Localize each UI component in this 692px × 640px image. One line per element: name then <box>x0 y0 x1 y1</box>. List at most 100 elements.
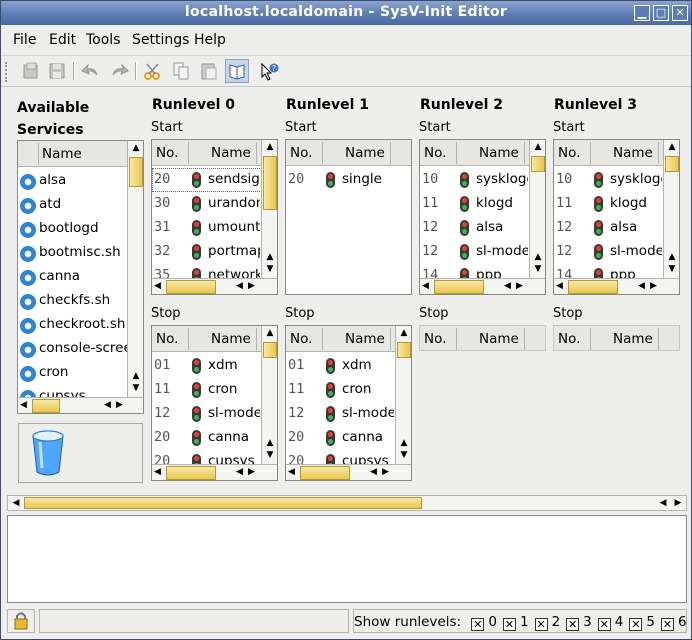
scroll-left-arrow[interactable]: ◀ <box>154 466 161 478</box>
lock-status[interactable] <box>7 609 35 633</box>
vertical-scrollbar[interactable]: ▲ ▲ ▼ <box>261 140 277 278</box>
scroll-left-arrow[interactable]: ◀ <box>556 280 563 292</box>
service-item[interactable]: alsa <box>18 169 128 193</box>
scrollbar-thumb[interactable] <box>665 156 679 172</box>
column-header-name[interactable]: Name <box>613 145 653 161</box>
column-header-no[interactable]: No. <box>424 331 446 347</box>
scroll-left-arrow[interactable]: ◀ <box>504 280 511 292</box>
runlevel-stop-list[interactable]: No. Name <box>553 325 680 483</box>
copy-icon[interactable] <box>169 59 193 83</box>
runlevel-stop-list[interactable]: No.Name01xdm11cron12sl-modem20canna20cup… <box>151 325 278 481</box>
scroll-up-arrow[interactable]: ▲ <box>263 142 277 152</box>
scroll-left-arrow[interactable]: ◀ <box>104 399 111 411</box>
scroll-right-arrow[interactable]: ▶ <box>248 280 255 292</box>
revert-icon[interactable] <box>19 59 43 83</box>
scroll-left-arrow[interactable]: ◀ <box>20 399 27 411</box>
scrollbar-thumb[interactable] <box>531 156 545 172</box>
service-row[interactable]: 01 xdm <box>286 354 396 378</box>
scroll-up-arrow[interactable]: ▲ <box>397 438 411 448</box>
service-row[interactable]: 20 canna <box>286 426 396 450</box>
service-row[interactable]: 30 urandom <box>152 192 262 216</box>
list-header[interactable]: No. Name <box>554 140 664 166</box>
service-item[interactable]: checkroot.sh <box>18 313 128 337</box>
log-panel[interactable] <box>7 515 687 603</box>
service-row[interactable]: 01 xdm <box>152 354 262 378</box>
whats-this-icon[interactable]: ? <box>257 59 281 83</box>
horizontal-scrollbar[interactable]: ◀ ◀ ▶ <box>420 278 545 294</box>
service-row[interactable]: 10 sysklogd <box>554 168 664 192</box>
runlevel-3-checkbox[interactable]: ✕ <box>566 618 580 631</box>
list-header[interactable]: No. Name <box>286 140 411 166</box>
service-row[interactable]: 11 klogd <box>420 192 530 216</box>
service-item[interactable]: console-screen <box>18 337 140 361</box>
vertical-scrollbar[interactable]: ▲ ▲ ▼ <box>529 140 545 278</box>
service-item[interactable]: cron <box>18 361 128 385</box>
scroll-up-arrow[interactable]: ▲ <box>129 143 143 153</box>
column-header-name[interactable]: Name <box>345 145 385 161</box>
scrollbar-thumb[interactable] <box>32 399 60 413</box>
scroll-left-arrow[interactable]: ◀ <box>9 498 23 508</box>
service-item[interactable]: bootlogd <box>18 217 128 241</box>
column-header-name[interactable]: Name <box>479 145 519 161</box>
scroll-down-arrow[interactable]: ▼ <box>397 450 411 460</box>
scroll-left-arrow[interactable]: ◀ <box>422 280 429 292</box>
service-row[interactable]: 20 single <box>286 168 411 192</box>
maximize-button[interactable]: □ <box>653 5 669 21</box>
service-item[interactable]: bootmisc.sh <box>18 241 128 265</box>
available-list-header[interactable]: Name <box>18 141 128 167</box>
scroll-left-arrow[interactable]: ◀ <box>370 466 377 478</box>
menu-settings[interactable]: Settings <box>132 32 189 48</box>
scroll-left-arrow[interactable]: ◀ <box>288 466 295 478</box>
service-row[interactable]: 12 alsa <box>420 216 530 240</box>
scroll-left-arrow[interactable]: ◀ <box>154 280 161 292</box>
vertical-scrollbar[interactable]: ▲ ▲ ▼ <box>663 140 679 278</box>
column-header-name[interactable]: Name <box>42 146 82 162</box>
cut-icon[interactable] <box>141 59 165 83</box>
scroll-down-arrow[interactable]: ▼ <box>263 450 277 460</box>
scrollbar-thumb[interactable] <box>263 156 277 210</box>
list-header[interactable]: No. Name <box>152 140 262 166</box>
edit-mode-icon[interactable] <box>225 59 249 83</box>
runlevel-start-list[interactable]: No. Name 20 single <box>285 139 412 295</box>
main-horizontal-scrollbar[interactable]: ◀ ◀ ▶ <box>7 495 687 511</box>
scrollbar-thumb[interactable] <box>166 466 216 480</box>
scroll-right-arrow[interactable]: ▶ <box>248 466 255 478</box>
scroll-left-arrow-2[interactable]: ◀ <box>656 498 670 508</box>
scroll-up-arrow[interactable]: ▲ <box>263 252 277 262</box>
scroll-down-arrow[interactable]: ▼ <box>531 264 545 274</box>
service-item[interactable]: canna <box>18 265 128 289</box>
list-header[interactable]: No. Name <box>419 325 546 351</box>
minimize-button[interactable]: ▁ <box>634 5 650 21</box>
scroll-up-arrow[interactable]: ▲ <box>665 252 679 262</box>
column-header-no[interactable]: No. <box>558 331 580 347</box>
column-header-no[interactable]: No. <box>290 331 312 347</box>
service-row[interactable]: 12 sl-modem <box>420 240 530 264</box>
service-row[interactable]: 11 klogd <box>554 192 664 216</box>
column-header-name[interactable]: Name <box>345 331 385 347</box>
available-services-list[interactable]: Name alsa atd bootlogd bootmisc.sh canna check… <box>17 140 144 414</box>
menu-file[interactable]: File <box>13 32 36 48</box>
vertical-scrollbar[interactable]: ▲ ▲ ▼ <box>127 141 143 397</box>
horizontal-scrollbar[interactable]: ◀ ◀ ▶ <box>554 278 679 294</box>
runlevel-stop-list[interactable]: No.Name01xdm11cron12sl-modem20canna20cup… <box>285 325 412 481</box>
list-header[interactable]: No. Name <box>420 140 530 166</box>
runlevel-start-list[interactable]: No. Name 10 sysklogd 11 klogd 12 alsa 12 sl-modem… <box>553 139 680 295</box>
runlevel-5-checkbox[interactable]: ✕ <box>629 618 643 631</box>
close-button[interactable]: ✕ <box>672 5 688 21</box>
scroll-down-arrow[interactable]: ▼ <box>665 264 679 274</box>
service-row[interactable]: 20 canna <box>152 426 262 450</box>
scroll-left-arrow[interactable]: ◀ <box>236 280 243 292</box>
scrollbar-thumb[interactable] <box>263 342 277 358</box>
service-row[interactable]: 12 sl-modem <box>152 402 262 426</box>
list-header[interactable]: No. Name <box>286 326 396 352</box>
scrollbar-thumb[interactable] <box>300 466 350 480</box>
scrollbar-thumb[interactable] <box>568 280 618 294</box>
scroll-right-arrow[interactable]: ▶ <box>116 399 123 411</box>
service-row[interactable]: 11 cron <box>152 378 262 402</box>
scroll-up-arrow[interactable]: ▲ <box>129 371 143 381</box>
column-header-no[interactable]: No. <box>156 331 178 347</box>
redo-icon[interactable] <box>107 59 131 83</box>
service-row[interactable]: 12 sl-modem <box>286 402 396 426</box>
scroll-right-arrow[interactable]: ▶ <box>382 466 389 478</box>
scroll-up-arrow[interactable]: ▲ <box>263 438 277 448</box>
